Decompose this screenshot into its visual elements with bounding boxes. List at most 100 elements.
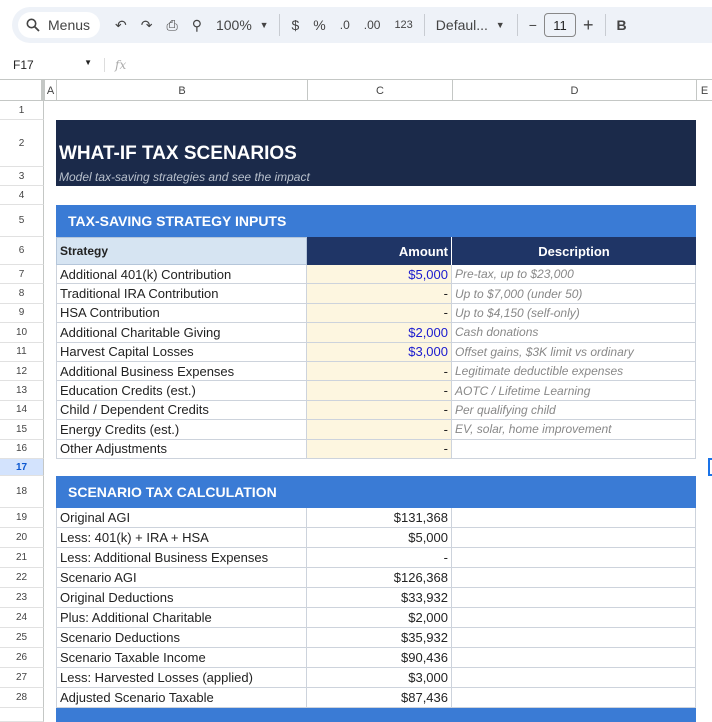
row-header[interactable]: 4 [0,186,44,205]
calc-empty[interactable] [452,588,696,608]
row-header[interactable]: 7 [0,265,44,285]
row-header[interactable]: 2 [0,120,44,167]
selected-cell-f17[interactable] [708,458,712,476]
row-header[interactable]: 22 [0,568,44,588]
calc-amount[interactable]: $2,000 [307,608,452,628]
row-header[interactable]: 5 [0,205,44,237]
sheet-title[interactable]: WHAT-IF TAX SCENARIOS [56,120,696,167]
print-icon[interactable]: ⎙ [160,12,185,38]
font-select[interactable]: Defaul... ▼ [429,12,513,38]
strategy-label[interactable]: Child / Dependent Credits [56,400,307,421]
name-box[interactable]: F17 ▼ [0,58,100,72]
calc-label[interactable]: Less: Additional Business Expenses [56,548,307,568]
decrease-decimal-button[interactable]: .0 [333,12,357,38]
row-header[interactable]: 27 [0,668,44,688]
calc-amount[interactable]: $3,000 [307,668,452,688]
column-header-d[interactable]: D [452,80,696,101]
row-header[interactable]: 18 [0,476,44,508]
row-header[interactable]: 1 [0,101,44,120]
strategy-label[interactable]: Traditional IRA Contribution [56,284,307,304]
strategy-amount-input[interactable]: - [307,284,452,304]
strategy-label[interactable]: Energy Credits (est.) [56,420,307,440]
calc-amount[interactable]: $90,436 [307,648,452,668]
increase-font-size-button[interactable]: + [576,12,601,38]
calc-amount[interactable]: $33,932 [307,588,452,608]
column-header-e[interactable]: E [696,80,712,101]
column-header-c[interactable]: C [307,80,452,101]
decrease-font-size-button[interactable]: − [522,12,544,38]
row-header[interactable]: 15 [0,420,44,440]
row-header[interactable]: 3 [0,167,44,186]
column-header-b[interactable]: B [56,80,307,101]
strategy-amount-input[interactable]: - [307,381,452,401]
bold-button[interactable]: B [610,12,634,38]
strategy-description[interactable]: Cash donations [452,323,696,343]
strategy-amount-input[interactable]: $2,000 [307,323,452,343]
sheet-subtitle[interactable]: Model tax-saving strategies and see the … [56,167,696,186]
strategy-amount-input[interactable]: - [307,400,452,421]
calc-label[interactable]: Plus: Additional Charitable [56,608,307,628]
row-header[interactable]: 25 [0,628,44,648]
calc-label[interactable]: Less: 401(k) + IRA + HSA [56,528,307,548]
calc-empty[interactable] [452,508,696,528]
calc-label[interactable]: Scenario Deductions [56,628,307,648]
strategy-label[interactable]: HSA Contribution [56,303,307,324]
section-header-calculation[interactable]: SCENARIO TAX CALCULATION [56,476,696,508]
currency-button[interactable]: $ [284,12,306,38]
row-header[interactable]: 10 [0,323,44,343]
calc-amount[interactable]: $126,368 [307,568,452,588]
calc-empty[interactable] [452,668,696,688]
row-header[interactable]: 23 [0,588,44,608]
row-header[interactable]: 12 [0,362,44,382]
row-header[interactable]: 6 [0,237,44,265]
strategy-description[interactable]: Offset gains, $3K limit vs ordinary [452,342,696,362]
row-header[interactable]: 9 [0,303,44,324]
undo-icon[interactable]: ↶ [108,12,134,38]
row-header[interactable]: 24 [0,608,44,628]
strategy-description[interactable]: AOTC / Lifetime Learning [452,381,696,401]
calc-amount[interactable]: $35,932 [307,628,452,648]
select-all-corner[interactable] [0,80,44,101]
formula-input[interactable] [126,55,712,75]
column-header-a[interactable]: A [44,80,56,101]
strategy-amount-input[interactable]: $3,000 [307,342,452,362]
row-header[interactable]: 14 [0,400,44,421]
strategy-amount-input[interactable]: - [307,439,452,459]
calc-amount[interactable]: - [307,548,452,568]
font-size-input[interactable]: 11 [543,13,576,37]
calc-label[interactable]: Original AGI [56,508,307,528]
calc-label[interactable]: Scenario Taxable Income [56,648,307,668]
calc-amount[interactable]: $87,436 [307,688,452,708]
strategy-label[interactable]: Harvest Capital Losses [56,342,307,362]
calc-label[interactable]: Adjusted Scenario Taxable [56,688,307,708]
increase-decimal-button[interactable]: .00 [357,12,388,38]
calc-amount[interactable]: $5,000 [307,528,452,548]
row-header[interactable]: 26 [0,648,44,668]
strategy-amount-input[interactable]: - [307,420,452,440]
paint-format-icon[interactable]: ⚲ [185,12,209,38]
calc-empty[interactable] [452,628,696,648]
strategy-label[interactable]: Additional Charitable Giving [56,323,307,343]
strategy-amount-input[interactable]: - [307,362,452,382]
menus-search[interactable]: Menus [18,12,101,38]
calc-empty[interactable] [452,548,696,568]
strategy-description[interactable]: Up to $7,000 (under 50) [452,284,696,304]
redo-icon[interactable]: ↷ [134,12,160,38]
strategy-description[interactable]: Pre-tax, up to $23,000 [452,265,696,285]
row-header[interactable]: 19 [0,508,44,528]
calc-amount[interactable]: $131,368 [307,508,452,528]
calc-empty[interactable] [452,648,696,668]
strategy-description[interactable]: Up to $4,150 (self-only) [452,303,696,324]
row-header[interactable]: 21 [0,548,44,568]
strategy-description[interactable] [452,439,696,459]
strategy-description[interactable]: Per qualifying child [452,400,696,421]
zoom-select[interactable]: 100% ▼ [209,12,276,38]
row-header[interactable]: 13 [0,381,44,401]
section-header-inputs[interactable]: TAX-SAVING STRATEGY INPUTS [56,205,696,237]
percent-button[interactable]: % [306,12,332,38]
header-description[interactable]: Description [452,237,696,265]
strategy-label[interactable]: Other Adjustments [56,439,307,459]
strategy-label[interactable]: Additional Business Expenses [56,362,307,382]
header-amount[interactable]: Amount [307,237,452,265]
strategy-label[interactable]: Additional 401(k) Contribution [56,265,307,285]
